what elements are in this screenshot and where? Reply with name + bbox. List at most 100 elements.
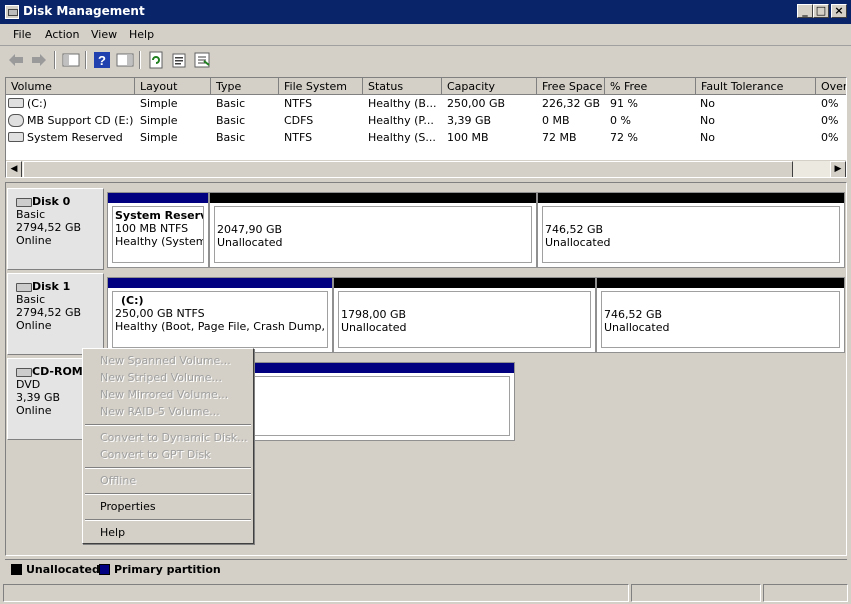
- menu-bar: File Action View Help: [0, 24, 851, 46]
- column-header-percent-free[interactable]: % Free: [605, 78, 696, 95]
- cell-capacity: 3,39 GB: [447, 114, 492, 127]
- unallocated-bar: [334, 278, 595, 288]
- scrollbar-thumb[interactable]: [23, 161, 793, 177]
- menu-item-properties[interactable]: Properties: [100, 500, 156, 513]
- menu-item-convert-to-dynamic-disk[interactable]: Convert to Dynamic Disk...: [100, 431, 248, 444]
- cell-fault-tolerance: No: [700, 97, 715, 110]
- cell-layout: Simple: [140, 131, 178, 144]
- menu-item-new-raid5-volume[interactable]: New RAID-5 Volume...: [100, 405, 220, 418]
- cell-file-system: NTFS: [284, 131, 313, 144]
- export-list-icon[interactable]: [193, 51, 211, 69]
- maximize-button[interactable]: □: [813, 4, 829, 18]
- disk-status: Online: [16, 404, 52, 417]
- column-header-type[interactable]: Type: [211, 78, 279, 95]
- horizontal-scrollbar[interactable]: ◀ ▶: [6, 160, 846, 177]
- cell-type: Basic: [216, 114, 246, 127]
- unallocated-bar: [538, 193, 844, 203]
- toolbar-separator: [54, 51, 56, 69]
- volume-drive-icon: [8, 132, 24, 142]
- help-icon[interactable]: ?: [93, 51, 111, 69]
- column-header-volume[interactable]: Volume: [6, 78, 135, 95]
- properties-icon[interactable]: [170, 51, 188, 69]
- partition-size: 2047,90 GB: [217, 223, 283, 236]
- disk-size: 2794,52 GB: [16, 306, 82, 319]
- legend-primary-label: Primary partition: [114, 563, 221, 576]
- column-header-capacity[interactable]: Capacity: [442, 78, 537, 95]
- legend-unallocated-label: Unallocated: [26, 563, 100, 576]
- close-button[interactable]: ×: [831, 4, 847, 18]
- disk-1-label[interactable]: Disk 1 Basic 2794,52 GB Online: [7, 273, 104, 355]
- partition-c-drive[interactable]: (C:) 250,00 GB NTFS Healthy (Boot, Page …: [107, 277, 333, 353]
- cell-overhead: 0%: [821, 114, 839, 127]
- column-header-status[interactable]: Status: [363, 78, 442, 95]
- back-icon[interactable]: [7, 51, 25, 69]
- refresh-icon[interactable]: [147, 51, 165, 69]
- partition-title: (C:): [121, 294, 144, 307]
- partition-unallocated[interactable]: 1798,00 GB Unallocated: [333, 277, 596, 353]
- menu-item-new-mirrored-volume[interactable]: New Mirrored Volume...: [100, 388, 228, 401]
- cell-fault-tolerance: No: [700, 131, 715, 144]
- column-header-overhead[interactable]: Overh: [816, 78, 846, 95]
- table-row[interactable]: (C:) Simple Basic NTFS Healthy (B... 250…: [6, 95, 846, 112]
- minimize-button[interactable]: _: [797, 4, 813, 18]
- partition-status: Unallocated: [341, 321, 407, 334]
- column-header-fault-tolerance[interactable]: Fault Tolerance: [696, 78, 816, 95]
- cell-free-space: 72 MB: [542, 131, 577, 144]
- primary-partition-bar: [237, 363, 514, 373]
- menu-view[interactable]: View: [91, 28, 117, 41]
- menu-item-offline[interactable]: Offline: [100, 474, 136, 487]
- cd-drive-icon: [8, 114, 24, 127]
- partition-unallocated[interactable]: 746,52 GB Unallocated: [537, 192, 845, 268]
- menu-item-help[interactable]: Help: [100, 526, 125, 539]
- table-row[interactable]: MB Support CD (E:) Simple Basic CDFS Hea…: [6, 112, 846, 129]
- legend-unallocated-swatch: [11, 564, 22, 575]
- legend-primary-swatch: [99, 564, 110, 575]
- cell-volume: MB Support CD (E:): [27, 114, 134, 127]
- disk-0-label[interactable]: Disk 0 Basic 2794,52 GB Online: [7, 188, 104, 270]
- menu-action[interactable]: Action: [45, 28, 79, 41]
- menu-item-new-spanned-volume[interactable]: New Spanned Volume...: [100, 354, 231, 367]
- disk-status: Online: [16, 234, 52, 247]
- disk-type: DVD: [16, 378, 41, 391]
- disk-size: 2794,52 GB: [16, 221, 82, 234]
- partition-status: Unallocated: [217, 236, 283, 249]
- window-title: Disk Management: [23, 4, 145, 18]
- cell-free-space: 0 MB: [542, 114, 570, 127]
- cell-status: Healthy (S...: [368, 131, 436, 144]
- forward-icon[interactable]: [30, 51, 48, 69]
- partition-status: Healthy (Boot, Page File, Crash Dump, Pr…: [115, 320, 327, 333]
- show-hide-console-tree-icon[interactable]: [62, 51, 80, 69]
- disk-type: Basic: [16, 293, 46, 306]
- partition-system-reserved[interactable]: System Reserve 100 MB NTFS Healthy (Syst…: [107, 192, 209, 268]
- table-row[interactable]: System Reserved Simple Basic NTFS Health…: [6, 129, 846, 146]
- unallocated-bar: [210, 193, 536, 203]
- partition-unallocated[interactable]: 746,52 GB Unallocated: [596, 277, 845, 353]
- column-header-free-space[interactable]: Free Space: [537, 78, 605, 95]
- menu-item-new-striped-volume[interactable]: New Striped Volume...: [100, 371, 222, 384]
- status-pane: [3, 584, 629, 602]
- cell-layout: Simple: [140, 97, 178, 110]
- partition-cdrom[interactable]: [236, 362, 515, 441]
- column-header-file-system[interactable]: File System: [279, 78, 363, 95]
- partition-title: System Reserve: [115, 209, 203, 222]
- disk-type: Basic: [16, 208, 46, 221]
- cdrom-label[interactable]: CD-ROM DVD 3,39 GB Online: [7, 358, 87, 440]
- disk-size: 3,39 GB: [16, 391, 61, 404]
- volume-list: Volume Layout Type File System Status Ca…: [5, 77, 847, 178]
- partition-status: Healthy (System, A: [115, 235, 203, 248]
- cell-overhead: 0%: [821, 131, 839, 144]
- menu-separator: [85, 519, 251, 521]
- menu-help[interactable]: Help: [129, 28, 154, 41]
- cell-fault-tolerance: No: [700, 114, 715, 127]
- menu-file[interactable]: File: [13, 28, 31, 41]
- status-pane: [763, 584, 848, 602]
- legend: Unallocated Primary partition: [5, 559, 847, 579]
- scroll-left-button[interactable]: ◀: [6, 161, 22, 177]
- show-hide-action-pane-icon[interactable]: [116, 51, 134, 69]
- column-header-layout[interactable]: Layout: [135, 78, 211, 95]
- unallocated-bar: [597, 278, 844, 288]
- partition-unallocated[interactable]: 2047,90 GB Unallocated: [209, 192, 537, 268]
- menu-item-convert-to-gpt-disk[interactable]: Convert to GPT Disk: [100, 448, 211, 461]
- scroll-right-button[interactable]: ▶: [830, 161, 846, 177]
- cell-percent-free: 91 %: [610, 97, 638, 110]
